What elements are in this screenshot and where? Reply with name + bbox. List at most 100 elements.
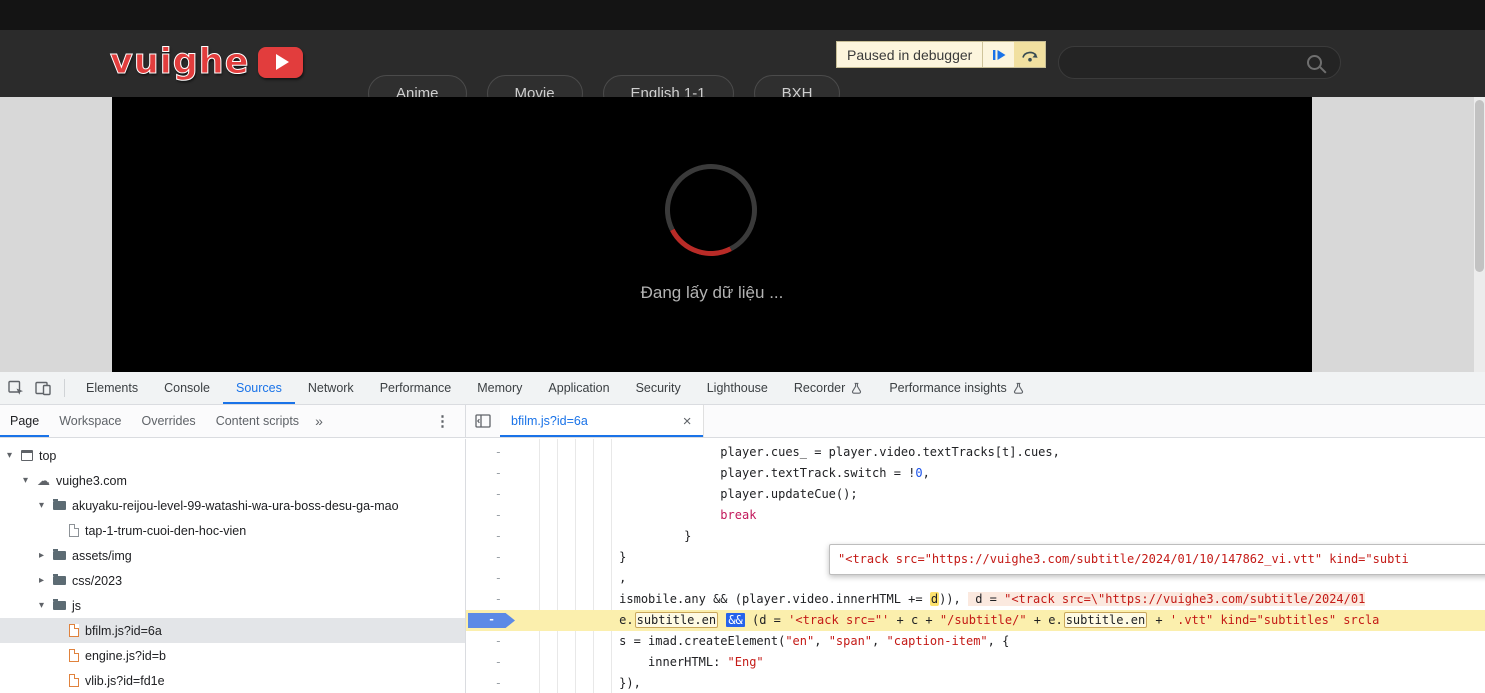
resume-icon — [992, 49, 1006, 60]
navigator-tab-overrides[interactable]: Overrides — [132, 405, 206, 437]
overflow-menu-icon[interactable]: ⋮ — [435, 412, 451, 430]
line-gutter[interactable]: - — [466, 652, 518, 673]
chevron-down-icon[interactable]: ▾ — [36, 600, 47, 611]
cloud-icon: ☁ — [37, 473, 50, 488]
code-token[interactable]: d — [929, 592, 940, 606]
line-gutter[interactable]: - — [466, 526, 518, 547]
logo-text: vuighe — [109, 42, 250, 83]
code-token: } — [619, 550, 627, 564]
chevron-down-icon[interactable]: ▾ — [20, 475, 31, 486]
inspect-element-icon[interactable] — [2, 375, 29, 401]
code-token: ismobile.any && (player.video.innerHTML … — [619, 592, 930, 606]
tree-item-css-2023[interactable]: ▸ css/2023 — [0, 568, 465, 593]
chevron-right-icon[interactable]: ▸ — [36, 575, 47, 586]
line-gutter[interactable]: - — [466, 568, 518, 589]
folder-icon — [53, 574, 66, 585]
video-player[interactable]: Đang lấy dữ liệu ... — [112, 97, 1312, 372]
experiment-flask-icon — [1013, 382, 1023, 394]
line-gutter[interactable]: - — [466, 631, 518, 652]
navigator-tab-page[interactable]: Page — [0, 405, 49, 437]
code-token: "caption-item" — [886, 634, 988, 648]
tree-item-tap-1-trum-cuoi-den-hoc-vien[interactable]: tap-1-trum-cuoi-den-hoc-vien — [0, 518, 465, 543]
file-tab-label: bfilm.js?id=6a — [511, 414, 588, 428]
tab-label: Lighthouse — [706, 381, 768, 395]
close-icon[interactable]: × — [683, 413, 692, 430]
line-gutter[interactable]: - — [466, 589, 518, 610]
code-token: player.textTrack.switch = ! — [720, 466, 916, 480]
tab-label: Memory — [477, 381, 523, 395]
tab-label: Sources — [235, 381, 282, 395]
loading-text: Đang lấy dữ liệu ... — [640, 283, 784, 302]
experiment-flask-icon — [852, 382, 862, 394]
tab-sources[interactable]: Sources — [223, 372, 295, 404]
search-bar[interactable] — [1058, 46, 1341, 79]
navigator-tab-label: Workspace — [59, 414, 122, 428]
tab-console[interactable]: Console — [151, 372, 223, 404]
line-gutter[interactable]: - — [466, 463, 518, 484]
chevron-down-icon[interactable]: ▾ — [4, 450, 15, 461]
js-file-icon — [69, 649, 79, 662]
site-header: vuighe Anime Movie English 1-1 BXH Paused i… — [0, 30, 1485, 112]
code-text: player.updateCue(); — [518, 484, 857, 505]
file-tab[interactable]: bfilm.js?id=6a × — [500, 405, 704, 437]
chevron-down-icon[interactable]: ▾ — [36, 500, 47, 511]
tree-item-label: vlib.js?id=fd1e — [85, 673, 165, 688]
tab-label: Console — [164, 381, 210, 395]
page-scrollbar[interactable] — [1474, 97, 1485, 372]
tree-item-vlib-js-id-fd1e[interactable]: vlib.js?id=fd1e — [0, 668, 465, 693]
play-triangle-icon — [275, 54, 289, 70]
tab-label: Recorder — [793, 381, 846, 395]
line-gutter[interactable]: - — [466, 673, 518, 693]
device-toolbar-icon[interactable] — [29, 375, 56, 401]
navigator-tab-label: Page — [10, 414, 40, 428]
tree-item-engine-js-id-b[interactable]: engine.js?id=b — [0, 643, 465, 668]
tab-recorder[interactable]: Recorder — [781, 372, 876, 404]
tree-item-bfilm-js-id-6a[interactable]: bfilm.js?id=6a — [0, 618, 465, 643]
tab-application[interactable]: Application — [535, 372, 622, 404]
line-gutter[interactable]: - — [466, 547, 518, 568]
devtools: Elements Console Sources Network Performance… — [0, 372, 1485, 693]
tree-item-assets-img[interactable]: ▸ assets/img — [0, 543, 465, 568]
line-gutter[interactable]: - — [466, 505, 518, 526]
code-token[interactable]: && — [726, 613, 745, 627]
code-token: (d = — [744, 613, 789, 627]
tree-item-js[interactable]: ▾ js — [0, 593, 465, 618]
code-token[interactable]: subtitle.en — [1063, 612, 1148, 628]
navigator-tab-workspace[interactable]: Workspace — [49, 405, 131, 437]
tree-item-label: assets/img — [72, 548, 132, 563]
code-line: - player.cues_ = player.video.textTracks… — [466, 442, 1485, 463]
navigator-tab-label: Overrides — [141, 414, 196, 428]
tab-performance-insights[interactable]: Performance insights — [876, 372, 1037, 404]
code-token[interactable]: subtitle.en — [634, 612, 719, 628]
tab-memory[interactable]: Memory — [464, 372, 535, 404]
tab-security[interactable]: Security — [623, 372, 694, 404]
devtools-tabbar: Elements Console Sources Network Performance… — [0, 372, 1485, 405]
search-icon[interactable] — [1307, 55, 1322, 70]
tab-elements[interactable]: Elements — [73, 372, 151, 404]
code-token: "Eng" — [727, 655, 764, 669]
search-input[interactable] — [1071, 54, 1307, 71]
chevron-right-icon[interactable]: ▸ — [36, 550, 47, 561]
top-strip — [0, 0, 1485, 30]
resume-script-button[interactable] — [983, 42, 1014, 67]
navigator-tab-content-scripts[interactable]: Content scripts — [206, 405, 309, 437]
tree-item-label: js — [72, 598, 82, 613]
loading-spinner-icon — [653, 152, 769, 268]
tree-item-akuyaku-reijou-level-99-watashi-wa-ura-boss-desu-ga-mao[interactable]: ▾ akuyaku-reijou-level-99-watashi-wa-ura-… — [0, 493, 465, 518]
tab-performance[interactable]: Performance — [367, 372, 465, 404]
line-gutter[interactable]: - — [466, 442, 518, 463]
collapse-sidebar-icon[interactable] — [475, 414, 491, 428]
screen: vuighe Anime Movie English 1-1 BXH Paused i… — [0, 0, 1485, 693]
more-tabs-icon[interactable]: » — [309, 413, 329, 429]
step-over-button[interactable] — [1014, 42, 1046, 67]
tab-network[interactable]: Network — [295, 372, 367, 404]
tree-item-top[interactable]: ▾ top — [0, 443, 465, 468]
code-line: - e. subtitle.en && (d = '<track src="' +… — [466, 610, 1485, 631]
tree-item-vuighe3-com[interactable]: ▾ ☁ vuighe3.com — [0, 468, 465, 493]
play-badge-icon — [258, 46, 304, 78]
tab-lighthouse[interactable]: Lighthouse — [694, 372, 781, 404]
scrollbar-thumb[interactable] — [1475, 100, 1484, 272]
line-gutter[interactable]: - — [466, 484, 518, 505]
code-token: break — [720, 508, 757, 522]
site-logo[interactable]: vuighe — [109, 42, 304, 83]
